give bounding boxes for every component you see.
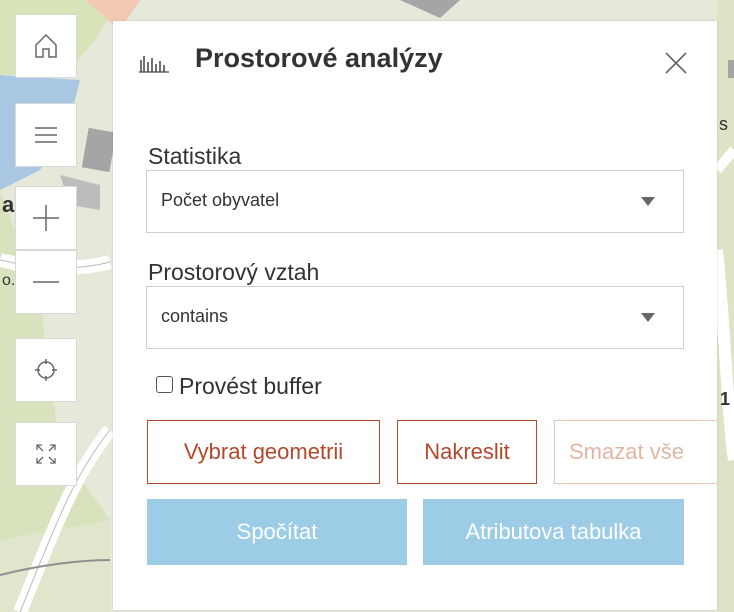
spatial-relation-label: Prostorový vztah [148, 259, 320, 285]
buffer-checkbox-label: Provést buffer [179, 373, 322, 399]
panel-title: Prostorové analýzy [195, 43, 443, 73]
map-label-s: s [719, 114, 728, 134]
panel-header: Prostorové analýzy [113, 21, 717, 101]
select-geometry-button[interactable]: Vybrat geometrii [147, 420, 380, 484]
buffer-checkbox[interactable] [156, 376, 173, 393]
bar-chart-icon [139, 56, 169, 73]
draw-button[interactable]: Nakreslit [397, 420, 537, 484]
map-label-1: 1 [720, 389, 730, 409]
map-label-o: o. [2, 272, 15, 289]
calculate-button[interactable]: Spočítat [147, 499, 407, 565]
locate-icon [35, 359, 57, 381]
locate-button[interactable] [15, 338, 77, 402]
fullscreen-icon [36, 444, 56, 464]
spatial-relation-select[interactable]: contains [146, 286, 684, 349]
zoom-in-button[interactable] [15, 186, 77, 250]
minus-icon [33, 281, 59, 283]
statistic-select[interactable]: Počet obyvatel [146, 170, 684, 233]
statistic-label: Statistika [148, 143, 242, 169]
attribute-table-button[interactable]: Atributova tabulka [423, 499, 684, 565]
fullscreen-button[interactable] [15, 422, 77, 486]
menu-button[interactable] [15, 103, 77, 167]
zoom-out-button[interactable] [15, 250, 77, 314]
clear-all-button[interactable]: Smazat vše [554, 420, 717, 484]
statistic-select-value: Počet obyvatel [161, 190, 280, 210]
chevron-down-icon [641, 313, 655, 322]
chevron-down-icon [641, 197, 655, 206]
home-icon [35, 33, 57, 58]
spatial-relation-select-value: contains [161, 306, 229, 326]
spatial-analysis-panel: Prostorové analýzy Statistika Počet obyv… [113, 21, 717, 610]
home-button[interactable] [15, 14, 77, 78]
map-label-a: a [2, 192, 15, 217]
menu-icon [35, 127, 57, 143]
plus-icon [33, 205, 59, 231]
close-icon[interactable] [661, 48, 691, 78]
